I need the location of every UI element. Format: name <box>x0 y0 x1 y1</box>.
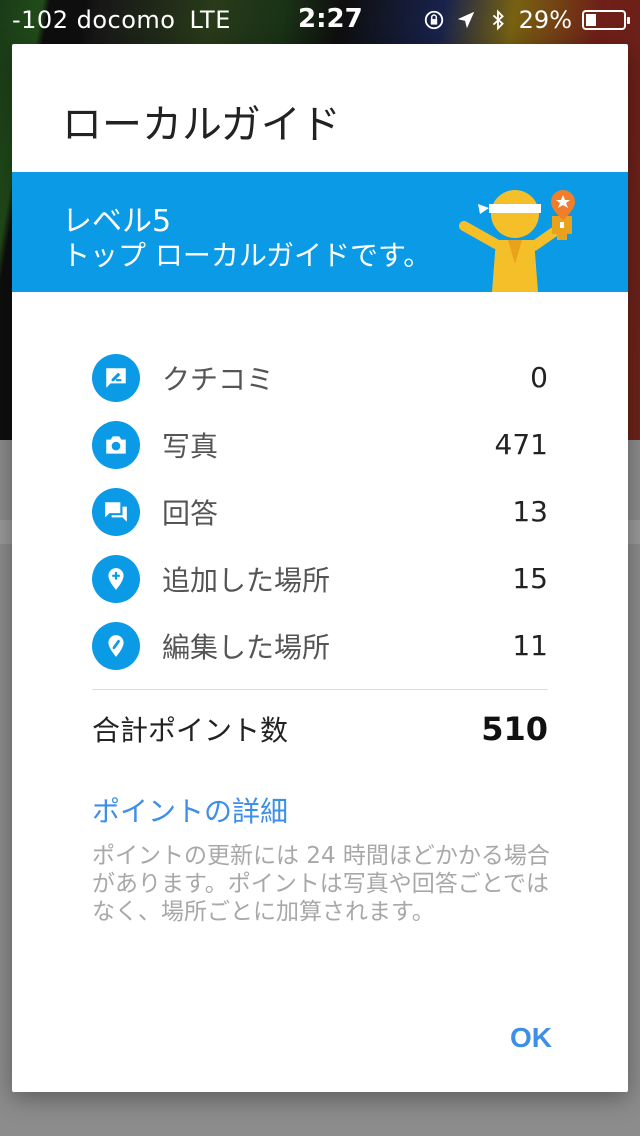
dialog-title: ローカルガイド <box>62 102 341 148</box>
divider <box>92 689 548 690</box>
status-right: 29% <box>423 6 630 34</box>
points-note: ポイントの更新には 24 時間ほどかかる場合があります。ポイントは写真や回答ごと… <box>92 843 550 925</box>
stats-list: クチコミ 0 写真 471 回答 13 追加した場所 15 編集した場所 11 <box>92 344 548 679</box>
battery-percent: 29% <box>518 6 572 34</box>
edit-place-icon <box>92 621 140 670</box>
stat-label: 編集した場所 <box>162 630 331 664</box>
status-time: 2:27 <box>298 4 363 34</box>
stat-row-reviews: クチコミ 0 <box>92 344 548 411</box>
battery-level <box>586 14 596 26</box>
camera-icon <box>92 420 140 469</box>
add-place-icon <box>92 554 140 603</box>
total-points-label: 合計ポイント数 <box>92 714 289 747</box>
points-details-link[interactable]: ポイントの詳細 <box>92 790 288 830</box>
stat-label: クチコミ <box>162 362 275 396</box>
total-points: 合計ポイント数 510 <box>92 704 548 754</box>
stat-value: 13 <box>512 495 548 528</box>
review-icon <box>92 353 140 402</box>
total-points-value: 510 <box>481 710 548 748</box>
answer-icon <box>92 487 140 536</box>
stat-row-photos: 写真 471 <box>92 411 548 478</box>
lock-rotation-icon <box>424 10 443 30</box>
ok-button[interactable]: OK <box>510 1022 552 1054</box>
stat-value: 471 <box>494 428 548 461</box>
stat-row-answers: 回答 13 <box>92 478 548 545</box>
stat-value: 15 <box>512 562 548 595</box>
stat-value: 0 <box>530 361 548 394</box>
status-bar: -102 docomo LTE 2:27 29% <box>0 0 640 40</box>
stat-label: 写真 <box>162 429 219 463</box>
level-banner: レベル5 トップ ローカルガイドです。 <box>12 172 628 292</box>
stat-label: 回答 <box>162 496 219 530</box>
stat-label: 追加した場所 <box>162 563 331 597</box>
battery-icon <box>582 10 630 30</box>
carrier-info: -102 docomo LTE <box>12 6 231 34</box>
local-guide-badge-icon <box>459 190 575 292</box>
bluetooth-icon <box>492 9 504 31</box>
stat-row-added-places: 追加した場所 15 <box>92 545 548 612</box>
stat-row-edited-places: 編集した場所 11 <box>92 612 548 679</box>
level-description: トップ ローカルガイドです。 <box>62 239 432 272</box>
carrier-name: -102 docomo <box>12 6 176 34</box>
location-arrow-icon <box>457 11 474 29</box>
network-type: LTE <box>189 6 231 34</box>
stat-value: 11 <box>512 629 548 662</box>
